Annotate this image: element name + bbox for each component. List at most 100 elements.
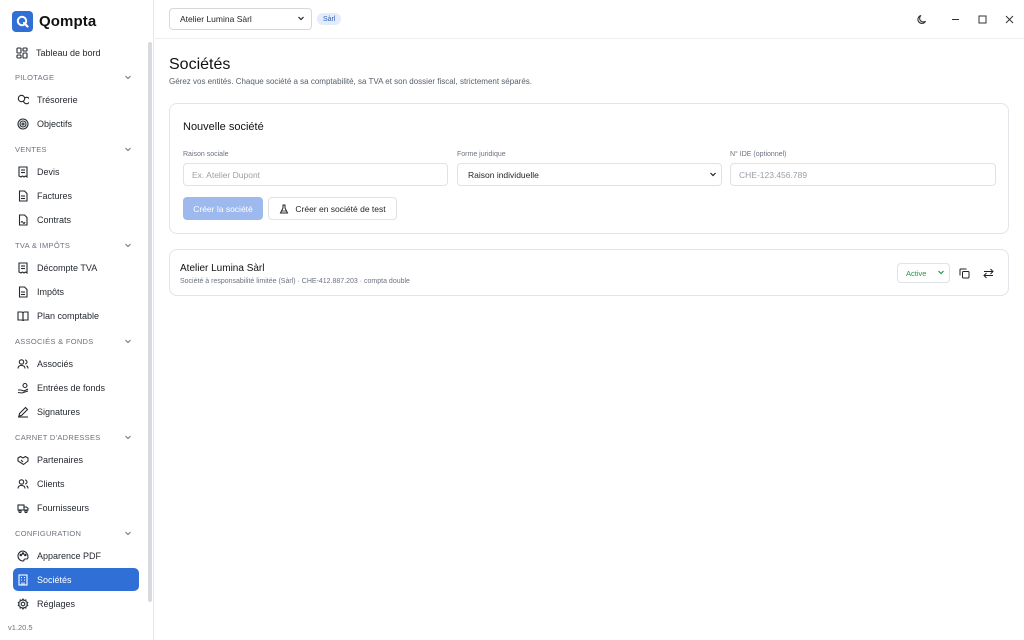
chevron-down-icon	[123, 240, 133, 250]
sidebar-item-entrees-fonds[interactable]: Entrées de fonds	[13, 376, 139, 399]
sidebar-item-reglages[interactable]: Réglages	[13, 592, 139, 615]
section-associes-fonds[interactable]: ASSOCIÉS & FONDS	[15, 334, 133, 348]
ide-input[interactable]: CHE-123.456.789	[730, 163, 996, 186]
maximize-icon	[978, 15, 986, 23]
create-test-company-label: Créer en société de test	[295, 203, 386, 214]
section-ventes[interactable]: VENTES	[15, 142, 133, 156]
pen-icon	[18, 406, 29, 418]
chevron-down-icon	[297, 14, 305, 24]
coins-icon	[17, 94, 29, 104]
status-value: Active	[906, 268, 927, 278]
company-selector[interactable]: Atelier Lumina Sàrl	[169, 8, 312, 30]
section-title: PILOTAGE	[15, 72, 55, 82]
new-company-card: Nouvelle société Raison sociale Ex. Atel…	[169, 103, 1009, 234]
duplicate-company-button[interactable]	[956, 265, 972, 281]
sidebar-item-fournisseurs[interactable]: Fournisseurs	[13, 496, 139, 519]
chevron-down-icon	[123, 144, 133, 154]
topbar: Atelier Lumina Sàrl Sàrl	[155, 0, 1024, 39]
sidebar-item-tresorerie[interactable]: Trésorerie	[13, 88, 139, 111]
palette-icon	[17, 549, 29, 562]
sidebar-item-label: Signatures	[37, 406, 81, 417]
file-text-icon	[18, 285, 28, 298]
sidebar-item-label: Associés	[37, 358, 74, 369]
legal-form-select[interactable]: Raison individuelle	[457, 163, 722, 186]
company-status-select[interactable]: Active	[897, 263, 950, 283]
page-subtitle: Gérez vos entités. Chaque société a sa c…	[169, 77, 532, 86]
sidebar-item-decompte-tva[interactable]: Décompte TVA	[13, 256, 139, 279]
chevron-down-icon	[123, 432, 133, 442]
sidebar-item-label: Contrats	[37, 214, 72, 225]
company-selector-value: Atelier Lumina Sàrl	[180, 14, 252, 24]
receipt-icon	[18, 165, 28, 178]
sidebar-item-clients[interactable]: Clients	[13, 472, 139, 495]
sidebar-item-associes[interactable]: Associés	[13, 352, 139, 375]
close-icon	[1005, 15, 1013, 23]
receipt-icon	[18, 261, 28, 274]
chevron-down-icon	[937, 268, 945, 278]
sidebar-item-apparence-pdf[interactable]: Apparence PDF	[13, 544, 139, 567]
section-pilotage[interactable]: PILOTAGE	[15, 70, 133, 84]
sidebar-item-signatures[interactable]: Signatures	[13, 400, 139, 423]
brand[interactable]: Qompta	[12, 10, 96, 32]
sidebar-item-impots[interactable]: Impôts	[13, 280, 139, 303]
flask-icon	[280, 204, 289, 213]
sidebar: Qompta Tableau de bord PILOTAGE Trésorer…	[0, 0, 154, 640]
chevron-down-icon	[123, 528, 133, 538]
maximize-button[interactable]	[973, 10, 991, 28]
ide-label: N° IDE (optionnel)	[730, 151, 787, 158]
switch-icon	[982, 268, 994, 278]
sidebar-item-plan-comptable[interactable]: Plan comptable	[13, 304, 139, 327]
sidebar-item-label: Trésorerie	[37, 94, 78, 105]
legal-form-badge: Sàrl	[317, 13, 342, 25]
book-open-icon	[17, 310, 29, 321]
sidebar-item-label: Tableau de bord	[36, 47, 101, 58]
create-company-button[interactable]: Créer la société	[183, 197, 263, 220]
legal-form-label: Forme juridique	[457, 151, 506, 158]
sidebar-item-factures[interactable]: Factures	[13, 184, 139, 207]
dashboard-icon	[16, 46, 28, 59]
theme-toggle-button[interactable]	[913, 10, 931, 28]
moon-icon	[916, 14, 926, 24]
legal-form-value: Raison individuelle	[468, 169, 539, 180]
target-icon	[17, 117, 29, 130]
users-icon	[17, 478, 29, 489]
sidebar-item-label: Partenaires	[37, 454, 84, 465]
minimize-icon	[951, 18, 959, 20]
sidebar-item-label: Fournisseurs	[37, 502, 90, 513]
minimize-button[interactable]	[946, 10, 964, 28]
section-title: TVA & IMPÔTS	[15, 240, 71, 250]
section-configuration[interactable]: CONFIGURATION	[15, 526, 133, 540]
file-signature-icon	[18, 213, 28, 226]
sidebar-item-societes[interactable]: Sociétés	[13, 568, 139, 591]
gear-icon	[17, 597, 29, 610]
chevron-down-icon	[123, 72, 133, 82]
sidebar-item-label: Factures	[37, 190, 73, 201]
app-name: Qompta	[39, 12, 97, 30]
company-name-input[interactable]: Ex. Atelier Dupont	[183, 163, 448, 186]
sidebar-item-objectifs[interactable]: Objectifs	[13, 112, 139, 135]
section-carnet-adresses[interactable]: CARNET D'ADRESSES	[15, 430, 133, 444]
truck-icon	[17, 503, 29, 513]
create-test-company-button[interactable]: Créer en société de test	[268, 197, 397, 220]
section-title: VENTES	[15, 144, 47, 154]
page-title: Sociétés	[169, 56, 231, 73]
company-row[interactable]: Atelier Lumina Sàrl Société à responsabi…	[169, 249, 1009, 296]
sidebar-item-contrats[interactable]: Contrats	[13, 208, 139, 231]
sidebar-item-label: Décompte TVA	[37, 262, 98, 273]
switch-company-button[interactable]	[980, 265, 996, 281]
close-button[interactable]	[1000, 10, 1018, 28]
hand-coins-icon	[17, 382, 29, 394]
sidebar-item-devis[interactable]: Devis	[13, 160, 139, 183]
section-title: CARNET D'ADRESSES	[15, 432, 101, 442]
section-title: ASSOCIÉS & FONDS	[15, 336, 94, 346]
section-tva-impots[interactable]: TVA & IMPÔTS	[15, 238, 133, 252]
file-text-icon	[18, 189, 28, 202]
sidebar-scrollbar[interactable]	[148, 42, 152, 602]
sidebar-item-dashboard[interactable]: Tableau de bord	[12, 41, 138, 64]
sidebar-nav: Tableau de bord PILOTAGE Trésorerie Obje…	[0, 40, 148, 618]
sidebar-item-label: Apparence PDF	[37, 550, 102, 561]
copy-icon	[959, 268, 969, 278]
sidebar-item-label: Objectifs	[37, 118, 73, 129]
sidebar-item-partenaires[interactable]: Partenaires	[13, 448, 139, 471]
sidebar-item-label: Devis	[37, 166, 60, 177]
